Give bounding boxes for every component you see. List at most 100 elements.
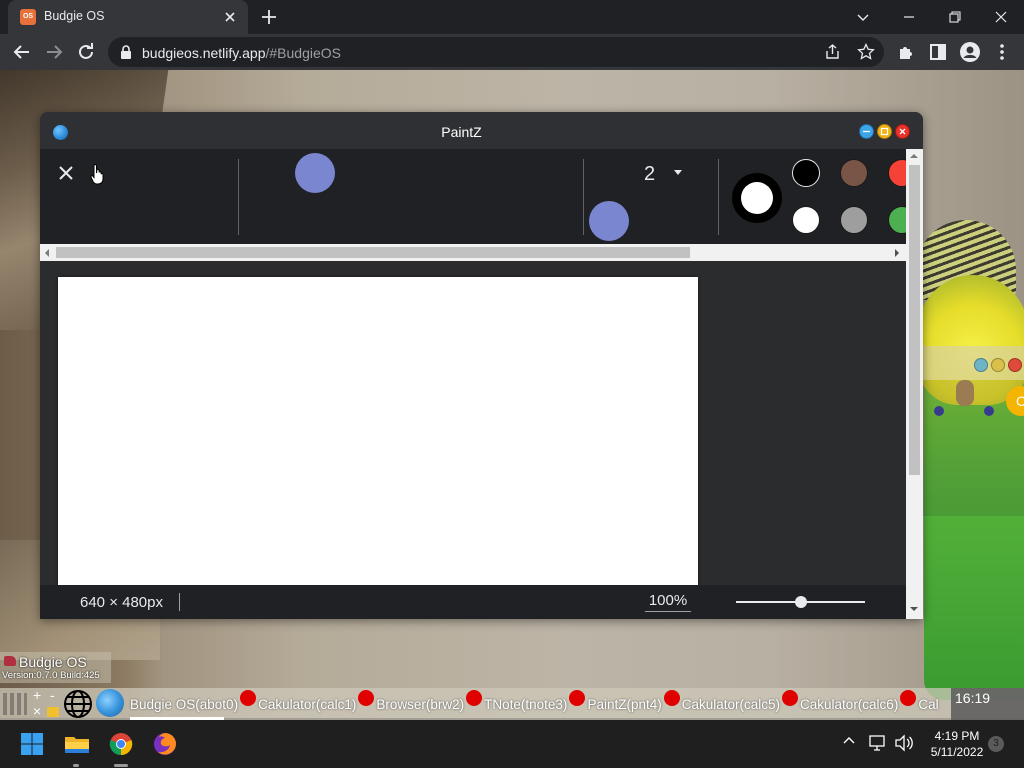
swatch-white[interactable] bbox=[792, 206, 820, 234]
taskbar-app-item[interactable]: Cal bbox=[900, 690, 939, 712]
scroll-right-arrow-icon[interactable] bbox=[895, 249, 899, 257]
budgie-os-version-label: Budgie OS Version:0.7.0 Build:425 bbox=[0, 652, 111, 683]
taskbar-app-label: Browser(brw2) bbox=[376, 696, 465, 712]
paintz-ribbon: 2 bbox=[40, 149, 906, 244]
system-clock[interactable]: 4:19 PM 5/11/2022 bbox=[918, 728, 996, 760]
swatch-green[interactable] bbox=[888, 206, 906, 234]
app-close-dot-icon[interactable] bbox=[900, 690, 917, 706]
bookmark-star-icon[interactable] bbox=[857, 42, 875, 66]
taskbar-app-label: Budgie OS(abot0) bbox=[130, 696, 239, 712]
quick-minus-button[interactable]: - bbox=[50, 688, 55, 702]
os-name: Budgie OS bbox=[19, 654, 87, 670]
side-panel-icon[interactable] bbox=[926, 40, 950, 64]
paintz-minimize-icon[interactable] bbox=[859, 124, 874, 139]
paintz-window: PaintZ 2 640 × 480px 100% bbox=[40, 112, 923, 619]
paintz-taskbar-icon[interactable] bbox=[96, 689, 124, 717]
app-close-dot-icon[interactable] bbox=[569, 690, 586, 706]
primary-color-fill bbox=[741, 182, 773, 214]
taskbar-app-label: Cakulator(calc5) bbox=[681, 696, 781, 712]
tab-search-chevron-down-icon[interactable] bbox=[840, 0, 886, 34]
firefox-icon[interactable] bbox=[153, 732, 177, 756]
window-close-icon[interactable] bbox=[978, 0, 1024, 34]
swatch-red[interactable] bbox=[888, 159, 906, 187]
quick-close-button[interactable]: × bbox=[33, 704, 41, 718]
share-icon[interactable] bbox=[824, 43, 842, 66]
new-tab-plus-icon[interactable] bbox=[258, 6, 280, 28]
file-explorer-icon[interactable] bbox=[64, 732, 89, 756]
globe-browser-icon[interactable] bbox=[62, 689, 94, 720]
background-window[interactable] bbox=[922, 346, 1024, 516]
taskbar-app-item[interactable]: TNote(tnote3) bbox=[466, 690, 568, 712]
paintz-titlebar[interactable]: PaintZ bbox=[40, 112, 923, 149]
bg-close-icon[interactable] bbox=[1008, 358, 1022, 372]
paintz-vertical-scrollbar[interactable] bbox=[906, 149, 923, 619]
address-bar[interactable]: budgieos.netlify.app/#BudgieOS bbox=[108, 37, 884, 67]
app-grid-icon[interactable] bbox=[3, 693, 27, 715]
window-minimize-icon[interactable] bbox=[886, 0, 932, 34]
url-text: budgieos.netlify.app/#BudgieOS bbox=[142, 45, 341, 61]
chrome-icon[interactable] bbox=[109, 732, 133, 756]
line-width-value[interactable]: 2 bbox=[644, 163, 655, 186]
tab-close-icon[interactable] bbox=[220, 7, 240, 27]
scroll-left-arrow-icon[interactable] bbox=[45, 249, 49, 257]
budgie-taskbar-clock: 16:19 bbox=[951, 688, 1024, 720]
bg-minimize-icon[interactable] bbox=[974, 358, 988, 372]
notification-count-badge[interactable]: 3 bbox=[988, 736, 1004, 752]
line-width-dropdown-chevron-icon[interactable] bbox=[674, 170, 682, 175]
url-path: /#BudgieOS bbox=[265, 45, 342, 61]
taskbar-app-item[interactable]: PaintZ(pnt4) bbox=[569, 690, 662, 712]
app-close-dot-icon[interactable] bbox=[240, 690, 257, 706]
profile-icon[interactable] bbox=[958, 40, 982, 64]
back-arrow-icon[interactable] bbox=[10, 40, 34, 64]
extensions-icon[interactable] bbox=[894, 40, 918, 64]
bg-maximize-icon[interactable] bbox=[991, 358, 1005, 372]
paintz-close-icon[interactable] bbox=[895, 124, 910, 139]
app-close-dot-icon[interactable] bbox=[663, 690, 680, 706]
drawing-canvas[interactable] bbox=[58, 277, 698, 585]
app-close-dot-icon[interactable] bbox=[466, 690, 483, 706]
ribbon-horizontal-scrollbar[interactable] bbox=[40, 244, 906, 261]
paintz-maximize-icon[interactable] bbox=[877, 124, 892, 139]
forward-arrow-icon[interactable] bbox=[42, 40, 66, 64]
scroll-down-arrow-icon[interactable] bbox=[910, 607, 918, 611]
canvas-size-label: 640 × 480px bbox=[80, 594, 163, 611]
taskbar-app-item[interactable]: Browser(brw2) bbox=[358, 690, 465, 712]
vertical-scroll-thumb[interactable] bbox=[909, 165, 920, 475]
ribbon-divider bbox=[718, 159, 719, 235]
zoom-slider[interactable] bbox=[736, 596, 865, 608]
zoom-slider-knob[interactable] bbox=[795, 596, 807, 608]
taskbar-app-item[interactable]: Cakulator(calc5) bbox=[663, 690, 781, 712]
tool-option-circle[interactable] bbox=[295, 153, 335, 193]
budgie-logo-icon bbox=[4, 656, 16, 666]
ribbon-close-icon[interactable] bbox=[56, 163, 76, 183]
swatch-gray[interactable] bbox=[840, 206, 868, 234]
horizontal-scroll-thumb[interactable] bbox=[56, 247, 690, 258]
windows-taskbar: 4:19 PM 5/11/2022 3 bbox=[0, 720, 1024, 768]
tab-title: Budgie OS bbox=[44, 9, 105, 23]
swatch-brown[interactable] bbox=[840, 159, 868, 187]
notes-icon[interactable] bbox=[47, 707, 59, 717]
app-close-dot-icon[interactable] bbox=[782, 690, 799, 706]
taskbar-app-item[interactable]: Cakulator(calc6) bbox=[782, 690, 898, 712]
volume-icon[interactable] bbox=[894, 734, 914, 757]
browser-tab[interactable]: OS Budgie OS bbox=[8, 0, 248, 34]
app-close-dot-icon[interactable] bbox=[358, 690, 375, 706]
quick-plus-button[interactable]: + bbox=[33, 688, 41, 702]
network-icon[interactable] bbox=[868, 734, 888, 757]
more-menu-icon[interactable] bbox=[990, 40, 1014, 64]
swatch-black[interactable] bbox=[792, 159, 820, 187]
taskbar-app-label: TNote(tnote3) bbox=[484, 696, 568, 712]
hand-cursor-icon bbox=[90, 163, 106, 185]
window-restore-icon[interactable] bbox=[932, 0, 978, 34]
scroll-up-arrow-icon[interactable] bbox=[910, 154, 918, 158]
lock-icon[interactable] bbox=[120, 45, 132, 64]
zoom-level-field[interactable]: 100% bbox=[645, 592, 691, 612]
line-width-preview-circle bbox=[589, 201, 629, 241]
clock-date: 5/11/2022 bbox=[930, 745, 984, 759]
show-hidden-icons-chevron-up-icon[interactable] bbox=[842, 734, 856, 753]
reload-icon[interactable] bbox=[74, 40, 98, 64]
taskbar-app-item[interactable]: Cakulator(calc1) bbox=[240, 690, 356, 712]
primary-color-indicator[interactable] bbox=[732, 173, 782, 223]
taskbar-app-item[interactable]: Budgie OS(abot0) bbox=[130, 697, 238, 712]
windows-start-icon[interactable] bbox=[20, 732, 44, 756]
